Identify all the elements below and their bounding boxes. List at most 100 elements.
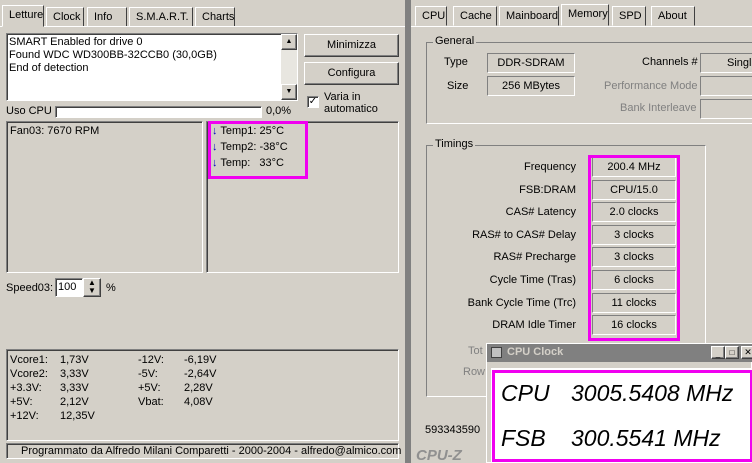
- voltage-row: Vcore1: 1,73V: [10, 354, 120, 366]
- minimize-icon[interactable]: _: [711, 346, 725, 359]
- timing-label: Frequency: [524, 161, 576, 173]
- configura-button[interactable]: Configura: [304, 62, 399, 85]
- scroll-up-icon[interactable]: ▲: [281, 34, 297, 50]
- log-line: End of detection: [9, 62, 89, 74]
- voltage-label: Vcore2:: [10, 368, 48, 380]
- cpu-usage-value: 0,0%: [266, 105, 292, 117]
- fsb-label: FSB: [501, 425, 546, 451]
- voltage-row: +3.3V: 3,33V: [10, 382, 120, 394]
- footer-status: Programmato da Alfredo Milani Comparetti…: [6, 443, 402, 459]
- partial-label: Tot: [468, 345, 483, 357]
- scroll-down-icon[interactable]: ▼: [281, 84, 297, 100]
- voltage-value: -2,64V: [184, 368, 217, 380]
- cpu-usage-bar: [55, 106, 262, 118]
- log-line: SMART Enabled for drive 0: [9, 36, 143, 48]
- perf-mode-label: Performance Mode: [604, 80, 698, 92]
- fan-panel: Fan03: 7670 RPM: [6, 121, 203, 273]
- cpu-clock-window: CPU Clock _ □ ✕ CPU 3005.5408 MHz FSB 30…: [486, 343, 752, 463]
- voltage-value: 2,28V: [184, 382, 213, 394]
- cpu-usage-label: Uso CPU: [6, 105, 52, 117]
- tab-strip-line: [411, 26, 752, 27]
- varia-label-2: automatico: [324, 103, 378, 115]
- bottom-number: 593343590: [425, 424, 481, 436]
- speed-input[interactable]: 100: [55, 278, 83, 297]
- close-icon[interactable]: ✕: [741, 346, 752, 359]
- tab-cpu[interactable]: CPU: [415, 6, 447, 26]
- fsb-freq-value: 300.5541 MHz: [571, 425, 721, 451]
- speed-spinner[interactable]: ▲ ▼: [83, 278, 101, 297]
- fan-reading: Fan03: 7670 RPM: [10, 125, 100, 137]
- voltage-label: +5V:: [138, 382, 161, 394]
- voltage-row: Vbat: 4,08V: [138, 396, 248, 408]
- tab-memory[interactable]: Memory: [561, 4, 609, 26]
- varia-checkbox[interactable]: ✓: [307, 96, 319, 108]
- voltage-label: +5V:: [10, 396, 33, 408]
- voltage-value: -6,19V: [184, 354, 217, 366]
- timing-label: Bank Cycle Time (Trc): [467, 296, 576, 309]
- voltage-label: Vcore1:: [10, 354, 48, 366]
- voltage-value: 3,33V: [60, 382, 89, 394]
- spin-down-icon[interactable]: ▼: [84, 287, 100, 295]
- voltage-row: -12V: -6,19V: [138, 354, 248, 366]
- type-field: DDR-SDRAM: [487, 53, 575, 73]
- timings-title: Timings: [433, 138, 476, 150]
- speed-label: Speed03:: [6, 282, 54, 294]
- voltage-label: -5V:: [138, 368, 158, 380]
- timing-label: Cycle Time (Tras): [489, 274, 576, 286]
- tab-spd[interactable]: SPD: [612, 6, 646, 26]
- timing-label: FSB:DRAM: [519, 183, 576, 196]
- maximize-icon[interactable]: □: [725, 346, 739, 359]
- size-field: 256 MBytes: [487, 76, 575, 96]
- voltage-row: +5V: 2,28V: [138, 382, 248, 394]
- voltage-value: 4,08V: [184, 396, 213, 408]
- tab-strip-line: [0, 26, 407, 27]
- voltage-value: 1,73V: [60, 354, 89, 366]
- left-window: Letture Clock Info S.M.A.R.T. Charts SMA…: [0, 0, 407, 463]
- voltage-value: 2,12V: [60, 396, 89, 408]
- log-line: Found WDC WD300BB-32CCB0 (30,0GB): [9, 49, 217, 61]
- type-label: Type: [444, 56, 468, 68]
- cpu-freq-value: 3005.5408 MHz: [571, 380, 734, 406]
- timing-label: DRAM Idle Timer: [492, 319, 576, 332]
- varia-label: Varia in: [324, 91, 361, 103]
- log-scrollbar[interactable]: ▲ ▼: [281, 34, 297, 100]
- bank-interleave-field: [700, 99, 752, 119]
- tab-info[interactable]: Info: [87, 7, 127, 27]
- voltage-label: Vbat:: [138, 396, 164, 408]
- perf-mode-field: [700, 76, 752, 96]
- timing-label: RAS# to CAS# Delay: [472, 228, 576, 241]
- temp-highlight: [208, 121, 308, 179]
- log-textarea[interactable]: SMART Enabled for drive 0 Found WDC WD30…: [6, 33, 298, 101]
- tab-about[interactable]: About: [651, 6, 695, 26]
- voltage-row: +12V: 12,35V: [10, 410, 120, 422]
- voltage-value: 3,33V: [60, 368, 89, 380]
- tab-clock[interactable]: Clock: [46, 7, 84, 27]
- tab-letture[interactable]: Letture: [2, 5, 44, 27]
- cpu-clock-title: CPU Clock: [507, 346, 564, 358]
- tab-cache[interactable]: Cache: [453, 6, 497, 26]
- cpuz-brand: CPU-Z: [416, 447, 462, 463]
- cpu-clock-titlebar[interactable]: CPU Clock _ □ ✕: [487, 344, 752, 362]
- channels-label: Channels #: [642, 56, 698, 68]
- voltage-label: +12V:: [10, 410, 39, 422]
- timing-label: CAS# Latency: [505, 206, 576, 219]
- speed-unit: %: [106, 282, 116, 294]
- voltage-label: -12V:: [138, 354, 164, 366]
- cpu-label: CPU: [501, 380, 550, 406]
- tab-smart[interactable]: S.M.A.R.T.: [129, 7, 193, 27]
- app-icon: [491, 347, 502, 358]
- minimizza-button[interactable]: Minimizza: [304, 34, 399, 57]
- tab-charts[interactable]: Charts: [195, 7, 235, 27]
- size-label: Size: [447, 80, 469, 92]
- voltage-row: +5V: 2,12V: [10, 396, 120, 408]
- timings-highlight: [588, 155, 680, 341]
- partial-label: Row: [463, 366, 486, 378]
- voltage-value: 12,35V: [60, 410, 95, 422]
- tab-mainboard[interactable]: Mainboard: [499, 6, 559, 26]
- footer-text: Programmato da Alfredo Milani Comparetti…: [21, 445, 402, 457]
- voltages-panel: Vcore1: 1,73V Vcore2: 3,33V +3.3V: 3,33V +5V: 2…: [6, 349, 399, 441]
- voltage-row: Vcore2: 3,33V: [10, 368, 120, 380]
- bank-interleave-label: Bank Interleave: [620, 102, 697, 114]
- speed-value: 100: [58, 281, 77, 293]
- general-title: General: [433, 35, 477, 47]
